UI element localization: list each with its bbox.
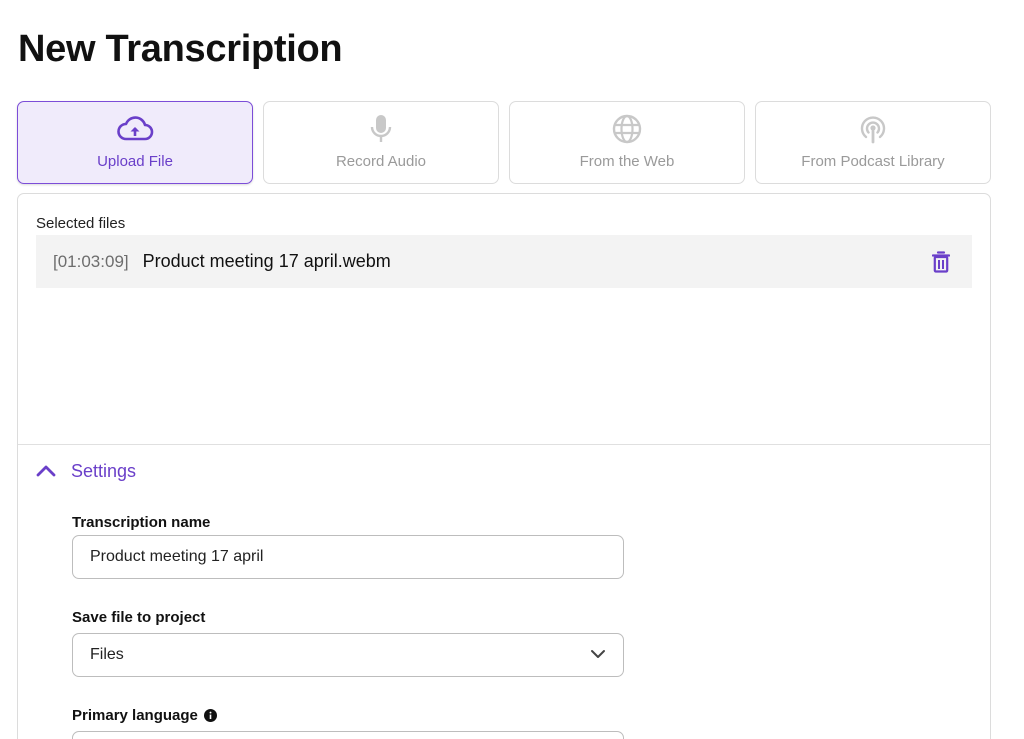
primary-language-label: Primary language bbox=[72, 707, 217, 724]
new-transcription-page: New Transcription Upload File Record Aud… bbox=[0, 0, 1024, 739]
file-name: Product meeting 17 april.webm bbox=[142, 251, 391, 271]
selected-file-item: [01:03:09] Product meeting 17 april.webm bbox=[36, 235, 972, 288]
globe-icon bbox=[611, 114, 643, 144]
primary-language-select[interactable] bbox=[72, 731, 624, 739]
tab-label: From Podcast Library bbox=[801, 153, 945, 170]
transcription-name-input[interactable] bbox=[72, 535, 624, 579]
divider bbox=[18, 444, 990, 445]
tab-label: Upload File bbox=[97, 153, 173, 170]
tab-label: From the Web bbox=[579, 153, 675, 170]
tab-record-audio[interactable]: Record Audio bbox=[263, 101, 499, 184]
selected-files-label: Selected files bbox=[36, 215, 126, 232]
trash-icon[interactable] bbox=[930, 250, 952, 274]
tab-label: Record Audio bbox=[335, 153, 427, 170]
podcast-icon bbox=[857, 114, 889, 144]
tab-from-the-web[interactable]: From the Web bbox=[509, 101, 745, 184]
source-tabs: Upload File Record Audio From the Web Fr… bbox=[17, 101, 991, 184]
settings-label: Settings bbox=[71, 460, 137, 481]
project-select-value: Files bbox=[90, 646, 124, 663]
microphone-icon bbox=[368, 114, 394, 144]
tab-from-podcast-library[interactable]: From Podcast Library bbox=[755, 101, 991, 184]
settings-toggle[interactable]: Settings bbox=[35, 460, 136, 482]
page-title: New Transcription bbox=[18, 28, 343, 70]
save-to-project-label: Save file to project bbox=[72, 609, 206, 626]
chevron-up-icon bbox=[35, 460, 57, 482]
chevron-down-icon bbox=[590, 646, 606, 664]
primary-language-label-text: Primary language bbox=[72, 707, 198, 724]
file-duration: [01:03:09] bbox=[53, 251, 129, 271]
info-icon[interactable] bbox=[203, 709, 217, 722]
upload-panel: Selected files [01:03:09] Product meetin… bbox=[17, 193, 991, 739]
tab-upload-file[interactable]: Upload File bbox=[17, 101, 253, 184]
transcription-name-label: Transcription name bbox=[72, 514, 211, 531]
cloud-upload-icon bbox=[116, 114, 154, 144]
project-select[interactable]: Files bbox=[72, 633, 624, 677]
